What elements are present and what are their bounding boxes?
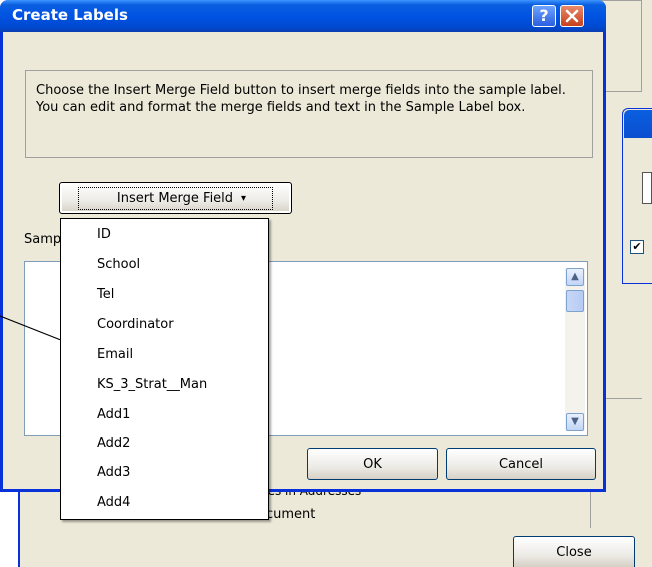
close-icon (565, 9, 579, 23)
sample-label-heading: Samp (24, 232, 62, 247)
scroll-down-icon[interactable]: ▼ (566, 413, 584, 431)
menu-item-add3[interactable]: Add3 (97, 463, 130, 483)
merge-field-menu: ID School Tel Coordinator Email KS_3_Str… (60, 218, 269, 520)
scroll-thumb[interactable] (566, 290, 584, 312)
background-checkbox[interactable]: ✔ (630, 240, 644, 254)
menu-item-ks3-strat-man[interactable]: KS_3_Strat__Man (97, 375, 207, 395)
parent-close-button[interactable]: Close (513, 536, 635, 567)
dropdown-arrow-icon: ▾ (241, 192, 247, 204)
menu-item-school[interactable]: School (97, 255, 140, 275)
help-button[interactable]: ? (532, 5, 556, 27)
menu-item-add1[interactable]: Add1 (97, 405, 130, 425)
insert-merge-field-focus-rect: Insert Merge Field ▾ (77, 186, 274, 210)
menu-item-email[interactable]: Email (97, 345, 133, 365)
close-window-button[interactable] (560, 5, 584, 27)
menu-item-id[interactable]: ID (97, 225, 111, 245)
menu-item-add4[interactable]: Add4 (97, 493, 130, 513)
background-window-titlebar (624, 110, 652, 138)
insert-merge-field-label: Insert Merge Field (116, 190, 234, 206)
background-window-icon (642, 172, 652, 204)
ok-button[interactable]: OK (307, 448, 438, 480)
instructions-text: Choose the Insert Merge Field button to … (36, 83, 566, 115)
scroll-up-icon[interactable]: ▲ (566, 268, 584, 286)
sample-label-scrollbar[interactable]: ▲ ▼ (565, 268, 585, 431)
menu-item-add2[interactable]: Add2 (97, 434, 130, 454)
menu-item-tel[interactable]: Tel (97, 285, 114, 305)
dialog-title: Create Labels (12, 6, 128, 24)
insert-merge-field-button[interactable]: Insert Merge Field ▾ (59, 182, 292, 214)
parent-option-text-document: cument (266, 507, 316, 522)
cancel-button[interactable]: Cancel (446, 448, 596, 480)
menu-item-coordinator[interactable]: Coordinator (97, 315, 174, 335)
